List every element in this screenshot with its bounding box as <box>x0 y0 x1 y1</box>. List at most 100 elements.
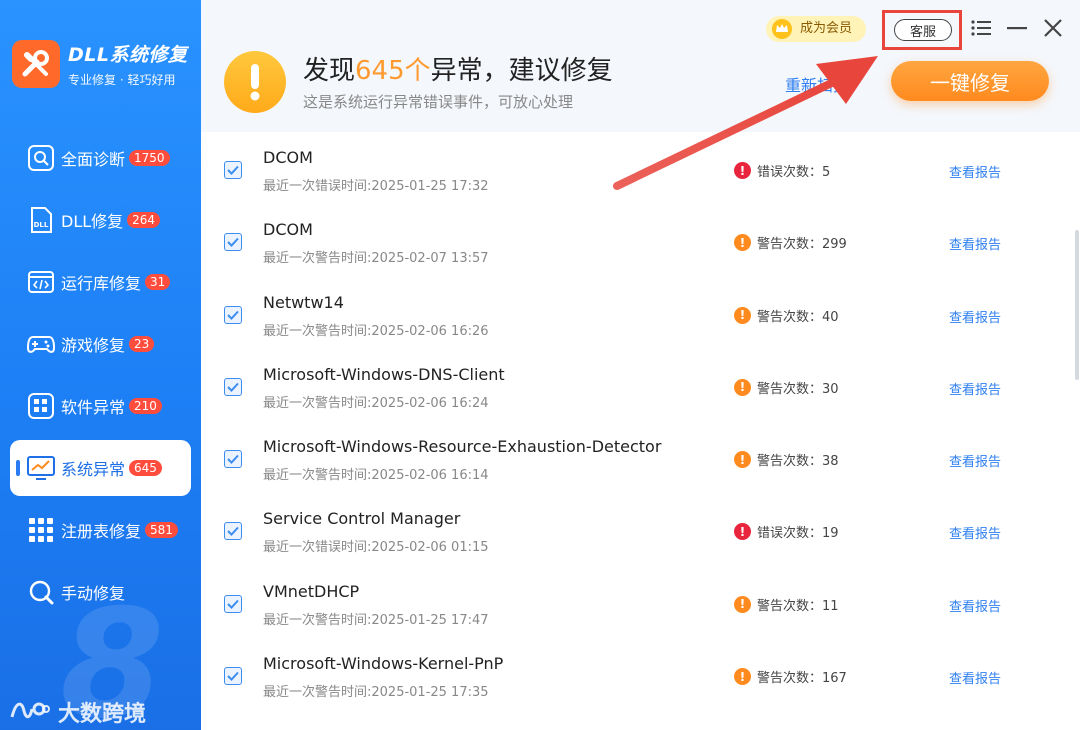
warning-icon: ! <box>734 378 751 396</box>
count-badge: 210 <box>129 398 162 414</box>
sidebar-item-label: 全面诊断 <box>61 150 126 169</box>
wrench-screwdriver-logo-icon <box>12 40 60 88</box>
item-stat-text: 警告次数：11 <box>757 598 839 614</box>
item-stat: ! 警告次数：38 <box>734 450 839 469</box>
minimize-icon[interactable] <box>1005 16 1029 40</box>
view-report-link[interactable]: 查看报告 <box>949 307 1001 326</box>
close-icon[interactable] <box>1041 16 1065 40</box>
item-checkbox[interactable] <box>224 594 242 613</box>
item-time: 最近一次错误时间:2025-01-25 17:32 <box>263 179 489 194</box>
sidebar-item-runtime-repair[interactable]: 运行库修复 31 <box>10 254 191 310</box>
view-report-link[interactable]: 查看报告 <box>949 523 1001 542</box>
sidebar-item-full-diagnosis[interactable]: 全面诊断 1750 <box>10 130 191 186</box>
list-item: Netwtw14 最近一次警告时间:2025-02-06 16:26 ! 警告次数… <box>201 277 1080 349</box>
brand-subtitle: 专业修复 · 轻巧好用 <box>68 73 176 87</box>
anomaly-list: DCOM 最近一次错误时间:2025-01-25 17:32 ! 错误次数：5 查… <box>201 132 1080 730</box>
count-badge: 264 <box>127 212 161 228</box>
list-item: Service Control Manager 最近一次错误时间:2025-02… <box>201 493 1080 565</box>
warning-icon: ! <box>734 306 751 324</box>
item-stat-text: 警告次数：299 <box>757 237 847 253</box>
view-report-link[interactable]: 查看报告 <box>949 234 1001 253</box>
count-badge: 23 <box>129 336 155 352</box>
warning-icon: ! <box>734 668 751 686</box>
count-badge: 31 <box>145 274 171 290</box>
item-stat: ! 错误次数：19 <box>734 522 839 541</box>
sidebar-item-label: 游戏修复 <box>61 336 126 355</box>
sidebar-item-label: 运行库修复 <box>61 274 142 293</box>
item-stat: ! 警告次数：167 <box>734 667 847 686</box>
view-report-link[interactable]: 查看报告 <box>949 451 1001 470</box>
error-icon: ! <box>734 523 751 541</box>
warning-icon: ! <box>734 595 751 613</box>
brand-title: DLL系统修复 <box>68 44 188 66</box>
sidebar-item-dll-repair[interactable]: DLL DLL修复 264 <box>10 192 191 248</box>
item-title: DCOM <box>263 220 313 240</box>
registry-icon <box>27 516 55 544</box>
item-time: 最近一次警告时间:2025-01-25 17:35 <box>263 685 489 701</box>
item-title: Service Control Manager <box>263 509 461 529</box>
item-stat-text: 警告次数：38 <box>757 454 839 470</box>
item-stat: ! 警告次数：11 <box>734 595 839 614</box>
one-click-fix-button[interactable]: 一键修复 <box>891 61 1049 101</box>
item-checkbox[interactable] <box>224 233 242 252</box>
sidebar-item-label: 系统异常 <box>61 460 126 479</box>
sidebar-item-software-exception[interactable]: 软件异常 210 <box>10 378 191 434</box>
warning-exclamation-icon <box>224 51 286 113</box>
sidebar-item-registry-repair[interactable]: 注册表修复 581 <box>10 502 191 558</box>
watermark-logo-icon <box>10 697 50 727</box>
brand: DLL系统修复 专业修复 · 轻巧好用 <box>12 40 188 88</box>
count-badge: 1750 <box>129 150 170 166</box>
view-report-link[interactable]: 查看报告 <box>949 596 1001 615</box>
item-stat-text: 错误次数：19 <box>757 526 839 542</box>
list-scrollbar[interactable] <box>1075 230 1079 380</box>
list-item: Microsoft-Windows-Kernel-PnP 最近一次警告时间:20… <box>201 638 1080 710</box>
headline-suffix: 异常，建议修复 <box>430 56 613 86</box>
page-subtitle: 这是系统运行异常错误事件，可放心处理 <box>303 93 574 111</box>
menu-list-icon[interactable] <box>969 16 993 40</box>
item-checkbox[interactable] <box>224 667 242 686</box>
software-icon <box>27 392 55 420</box>
list-item: Microsoft-Windows-DNS-Client 最近一次警告时间:20… <box>201 349 1080 421</box>
customer-service-button[interactable]: 客服 <box>894 19 952 41</box>
item-stat-text: 警告次数：40 <box>757 309 839 325</box>
rescan-link[interactable]: 重新扫描 <box>785 72 849 96</box>
view-report-link[interactable]: 查看报告 <box>949 379 1001 398</box>
view-report-link[interactable]: 查看报告 <box>949 668 1001 687</box>
item-time: 最近一次警告时间:2025-02-06 16:26 <box>263 323 489 339</box>
item-time: 最近一次警告时间:2025-02-06 16:24 <box>263 395 489 411</box>
headline-prefix: 发现 <box>303 56 356 86</box>
count-badge: 581 <box>145 522 178 538</box>
sidebar-item-label: 注册表修复 <box>61 522 142 541</box>
item-title: VMnetDHCP <box>263 581 360 601</box>
sidebar: DLL系统修复 专业修复 · 轻巧好用 全面诊断 1750 DLL DLL修复 … <box>0 0 201 730</box>
become-member-button[interactable]: 成为会员 <box>766 16 867 42</box>
anomaly-count: 645个 <box>355 56 431 86</box>
view-report-link[interactable]: 查看报告 <box>949 162 1001 181</box>
item-checkbox[interactable] <box>224 522 242 541</box>
item-checkbox[interactable] <box>224 305 242 324</box>
item-checkbox[interactable] <box>224 377 242 396</box>
item-stat: ! 错误次数：5 <box>734 161 830 180</box>
item-time: 最近一次警告时间:2025-02-06 16:14 <box>263 468 489 484</box>
sidebar-item-label: 软件异常 <box>61 398 126 417</box>
item-title: Microsoft-Windows-Resource-Exhaustion-De… <box>263 437 662 457</box>
svg-text:DLL: DLL <box>34 221 49 229</box>
item-time: 最近一次警告时间:2025-01-25 17:47 <box>263 612 489 628</box>
item-time: 最近一次错误时间:2025-02-06 01:15 <box>263 540 489 556</box>
count-badge: 645 <box>129 460 162 476</box>
item-title: Microsoft-Windows-DNS-Client <box>263 364 505 384</box>
item-stat-text: 警告次数：30 <box>757 381 839 397</box>
diagnosis-icon <box>27 144 55 172</box>
system-icon <box>27 454 55 482</box>
sidebar-item-game-repair[interactable]: 游戏修复 23 <box>10 316 191 372</box>
sidebar-item-system-exception[interactable]: 系统异常 645 <box>10 440 191 496</box>
warning-icon: ! <box>734 234 751 252</box>
item-title: Netwtw14 <box>263 292 344 312</box>
item-checkbox[interactable] <box>224 161 242 179</box>
item-stat: ! 警告次数：299 <box>734 233 847 252</box>
list-item: VMnetDHCP 最近一次警告时间:2025-01-25 17:47 ! 警告次… <box>201 566 1080 638</box>
manual-icon <box>27 578 55 606</box>
warning-icon: ! <box>734 451 751 469</box>
item-checkbox[interactable] <box>224 450 242 469</box>
list-item: DCOM 最近一次错误时间:2025-01-25 17:32 ! 错误次数：5 查… <box>201 132 1080 204</box>
